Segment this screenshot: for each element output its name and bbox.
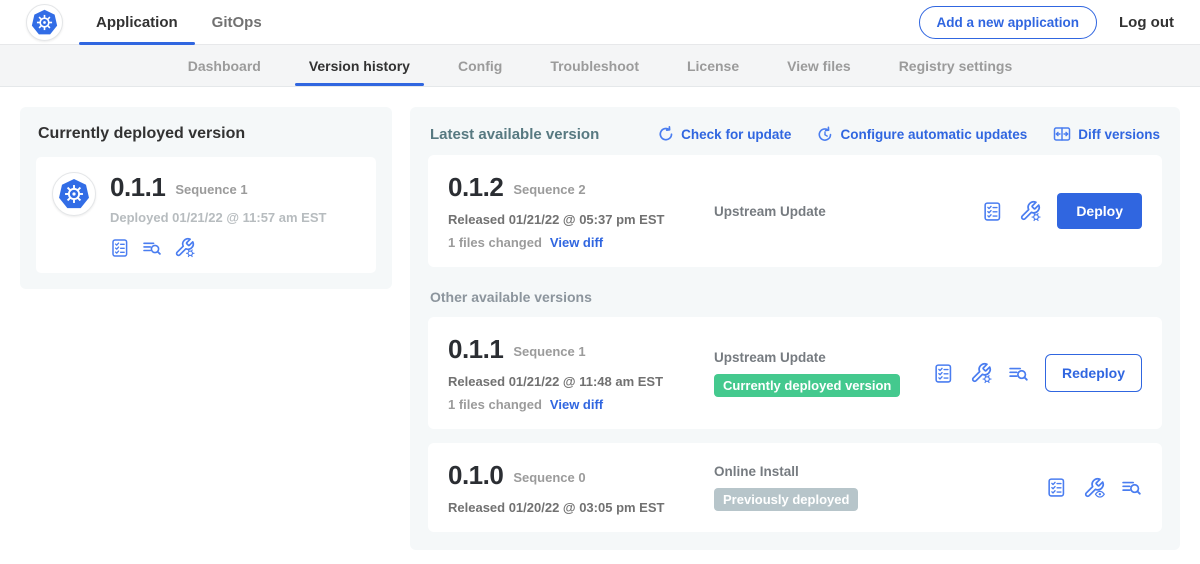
diff-versions-link[interactable]: Diff versions <box>1053 125 1160 143</box>
sequence-label: Sequence 0 <box>513 470 585 485</box>
tab-config[interactable]: Config <box>434 45 526 86</box>
refresh-icon <box>658 126 674 142</box>
wrench-eye-icon[interactable] <box>1083 477 1105 499</box>
tab-gitops[interactable]: GitOps <box>195 0 279 44</box>
files-changed-label: 1 files changed <box>448 397 542 412</box>
tab-application[interactable]: Application <box>79 0 195 44</box>
version-card-0-1-0: 0.1.0 Sequence 0 Released 01/20/22 @ 03:… <box>428 443 1162 532</box>
kubernetes-logo <box>26 4 63 41</box>
version-number: 0.1.2 <box>448 172 503 203</box>
available-versions-panel: Latest available version Check for updat… <box>410 107 1180 550</box>
sequence-label: Sequence 1 <box>513 344 585 359</box>
version-number: 0.1.0 <box>448 460 503 491</box>
checklist-icon[interactable] <box>982 201 1003 222</box>
version-source-label: Upstream Update <box>714 204 982 219</box>
currently-deployed-panel: Currently deployed version 0.1.1 Sequenc… <box>20 107 392 289</box>
check-for-update-link[interactable]: Check for update <box>658 126 791 142</box>
add-application-button[interactable]: Add a new application <box>919 6 1098 39</box>
deployed-panel-title: Currently deployed version <box>38 125 376 143</box>
sequence-label: Sequence 2 <box>513 182 585 197</box>
redeploy-button[interactable]: Redeploy <box>1045 354 1142 392</box>
tab-view-files[interactable]: View files <box>763 45 875 86</box>
checklist-icon[interactable] <box>933 363 954 384</box>
top-nav-tabs: Application GitOps <box>79 0 279 44</box>
version-source-label: Online Install <box>714 464 1046 479</box>
wrench-gear-icon[interactable] <box>174 237 195 258</box>
deployed-timestamp: Deployed 01/21/22 @ 11:57 am EST <box>110 210 326 225</box>
tab-troubleshoot[interactable]: Troubleshoot <box>526 45 663 86</box>
version-source-label: Upstream Update <box>714 350 933 365</box>
tab-dashboard[interactable]: Dashboard <box>164 45 285 86</box>
previously-deployed-badge: Previously deployed <box>714 488 858 511</box>
log-search-icon[interactable] <box>1121 477 1142 498</box>
view-diff-link[interactable]: View diff <box>550 397 603 412</box>
released-timestamp: Released 01/20/22 @ 03:05 pm EST <box>448 500 700 515</box>
latest-available-title: Latest available version <box>430 126 599 143</box>
logout-button[interactable]: Log out <box>1119 14 1174 31</box>
diff-icon <box>1053 125 1071 143</box>
checklist-icon[interactable] <box>1046 477 1067 498</box>
main-content: Currently deployed version 0.1.1 Sequenc… <box>0 87 1200 564</box>
released-timestamp: Released 01/21/22 @ 11:48 am EST <box>448 374 700 389</box>
currently-deployed-badge: Currently deployed version <box>714 374 900 397</box>
app-sub-nav: Dashboard Version history Config Trouble… <box>0 45 1200 87</box>
log-search-icon[interactable] <box>1008 363 1029 384</box>
wrench-gear-icon[interactable] <box>970 362 992 384</box>
log-search-icon[interactable] <box>142 238 162 258</box>
deploy-button[interactable]: Deploy <box>1057 193 1142 229</box>
app-logo <box>52 172 96 216</box>
tab-version-history[interactable]: Version history <box>285 45 434 86</box>
released-timestamp: Released 01/21/22 @ 05:37 pm EST <box>448 212 700 227</box>
files-changed-label: 1 files changed <box>448 235 542 250</box>
configure-auto-updates-link[interactable]: Configure automatic updates <box>817 126 1027 142</box>
auto-update-icon <box>817 126 833 142</box>
version-card-0-1-1: 0.1.1 Sequence 1 Released 01/21/22 @ 11:… <box>428 317 1162 429</box>
deployed-version-number: 0.1.1 <box>110 172 165 203</box>
wrench-gear-icon[interactable] <box>1019 200 1041 222</box>
tab-registry-settings[interactable]: Registry settings <box>875 45 1037 86</box>
deployed-version-card: 0.1.1 Sequence 1 Deployed 01/21/22 @ 11:… <box>36 157 376 273</box>
other-versions-title: Other available versions <box>430 289 1160 305</box>
deployed-sequence-label: Sequence 1 <box>175 182 247 197</box>
top-nav: Application GitOps Add a new application… <box>0 0 1200 45</box>
version-number: 0.1.1 <box>448 334 503 365</box>
view-diff-link[interactable]: View diff <box>550 235 603 250</box>
checklist-icon[interactable] <box>110 238 130 258</box>
tab-license[interactable]: License <box>663 45 763 86</box>
version-card-0-1-2: 0.1.2 Sequence 2 Released 01/21/22 @ 05:… <box>428 155 1162 267</box>
